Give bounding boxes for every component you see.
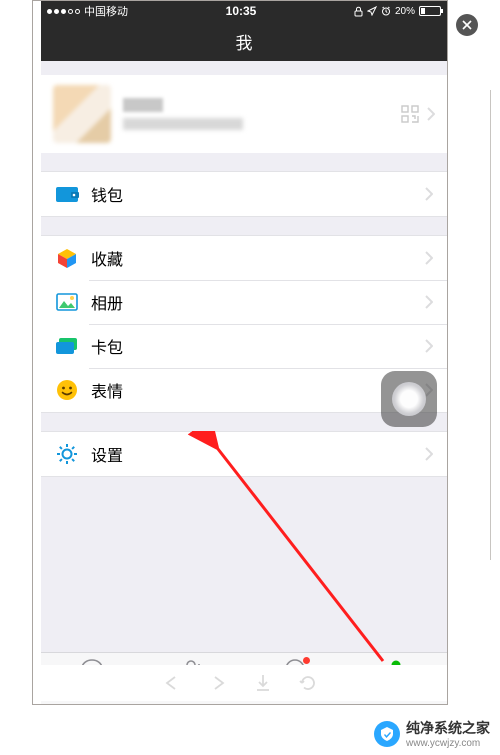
wallet-icon (55, 182, 79, 206)
chevron-right-icon (427, 107, 435, 121)
picture-icon (55, 290, 79, 314)
chevron-right-icon (425, 339, 433, 353)
battery-icon (419, 6, 441, 16)
close-button[interactable] (456, 14, 478, 36)
avatar (53, 85, 111, 143)
back-icon[interactable] (163, 675, 181, 691)
chevron-right-icon (425, 187, 433, 201)
chevron-right-icon (425, 447, 433, 461)
status-bar: 中国移动 10:35 20% (41, 1, 447, 21)
forward-icon[interactable] (209, 675, 227, 691)
group-settings: 设置 (41, 431, 447, 477)
cube-icon (55, 246, 79, 270)
notification-badge (302, 656, 311, 665)
row-label: 设置 (91, 442, 417, 466)
nav-bar: 我 (41, 21, 447, 61)
download-icon[interactable] (255, 674, 271, 692)
battery-pct: 20% (395, 6, 415, 17)
group-wallet: 钱包 (41, 171, 447, 217)
side-strip (490, 90, 500, 560)
watermark-url: www.ycwjzy.com (406, 738, 490, 749)
row-wallet[interactable]: 钱包 (41, 172, 447, 216)
lock-icon (354, 6, 363, 17)
qr-code-icon[interactable] (401, 105, 419, 123)
gear-icon (55, 442, 79, 466)
chevron-right-icon (425, 251, 433, 265)
location-icon (367, 6, 377, 16)
clock: 10:35 (132, 4, 350, 18)
viewer-toolbar (33, 665, 447, 701)
page-title: 我 (236, 29, 253, 54)
row-label: 钱包 (91, 182, 417, 206)
alarm-icon (381, 6, 391, 16)
refresh-icon[interactable] (299, 674, 317, 692)
close-icon (462, 20, 472, 30)
row-label: 收藏 (91, 246, 417, 270)
cards-icon (55, 334, 79, 358)
row-album[interactable]: 相册 (41, 280, 447, 324)
watermark-logo-icon (374, 721, 400, 747)
row-label: 表情 (91, 378, 417, 402)
screenshot-frame: 中国移动 10:35 20% 我 (32, 0, 448, 705)
profile-row[interactable] (41, 75, 447, 153)
signal-strength-icon (47, 9, 80, 14)
watermark-name: 纯净系统之家 (406, 718, 490, 738)
row-favorites[interactable]: 收藏 (41, 236, 447, 280)
row-label: 相册 (91, 290, 417, 314)
profile-info (123, 98, 401, 130)
watermark: 纯净系统之家 www.ycwjzy.com (374, 718, 490, 749)
chevron-right-icon (425, 295, 433, 309)
row-cards[interactable]: 卡包 (41, 324, 447, 368)
phone-screen: 中国移动 10:35 20% 我 (41, 1, 447, 704)
assistive-touch[interactable] (381, 371, 437, 427)
row-label: 卡包 (91, 334, 417, 358)
smiley-icon (55, 378, 79, 402)
row-settings[interactable]: 设置 (41, 432, 447, 476)
carrier-label: 中国移动 (84, 3, 128, 19)
